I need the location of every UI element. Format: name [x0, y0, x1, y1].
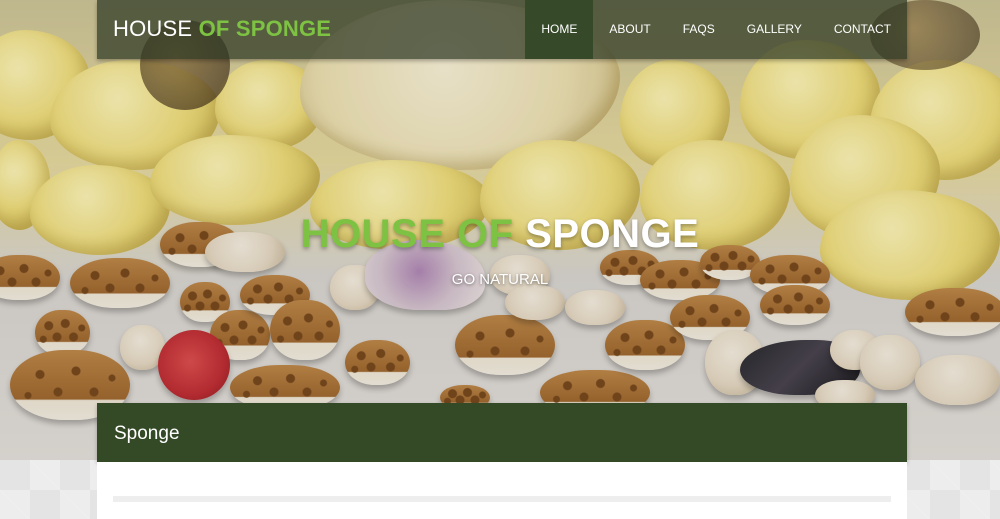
content-placeholder-bar: [113, 496, 891, 502]
nav-gallery[interactable]: GALLERY: [731, 0, 818, 59]
section-title: Sponge: [114, 423, 180, 444]
hero-title-part2: SPONGE: [525, 212, 700, 256]
nav-about[interactable]: ABOUT: [593, 0, 666, 59]
main-nav: HOME ABOUT FAQS GALLERY CONTACT: [525, 0, 907, 59]
hero-title: HOUSE OF SPONGE: [0, 212, 1000, 257]
site-logo[interactable]: HOUSE OF SPONGE: [113, 16, 331, 42]
top-navbar: HOUSE OF SPONGE HOME ABOUT FAQS GALLERY …: [97, 0, 907, 59]
hero-title-part1: HOUSE OF: [300, 212, 526, 256]
hero-subtitle: GO NATURAL: [451, 271, 549, 288]
nav-faqs[interactable]: FAQS: [667, 0, 731, 59]
nav-home[interactable]: HOME: [525, 0, 594, 59]
brand-text-part2: OF SPONGE: [198, 16, 332, 41]
brand-text-part1: HOUSE: [113, 16, 199, 41]
section-header: Sponge: [97, 403, 907, 462]
nav-contact[interactable]: CONTACT: [818, 0, 907, 59]
section-body: [97, 462, 907, 519]
